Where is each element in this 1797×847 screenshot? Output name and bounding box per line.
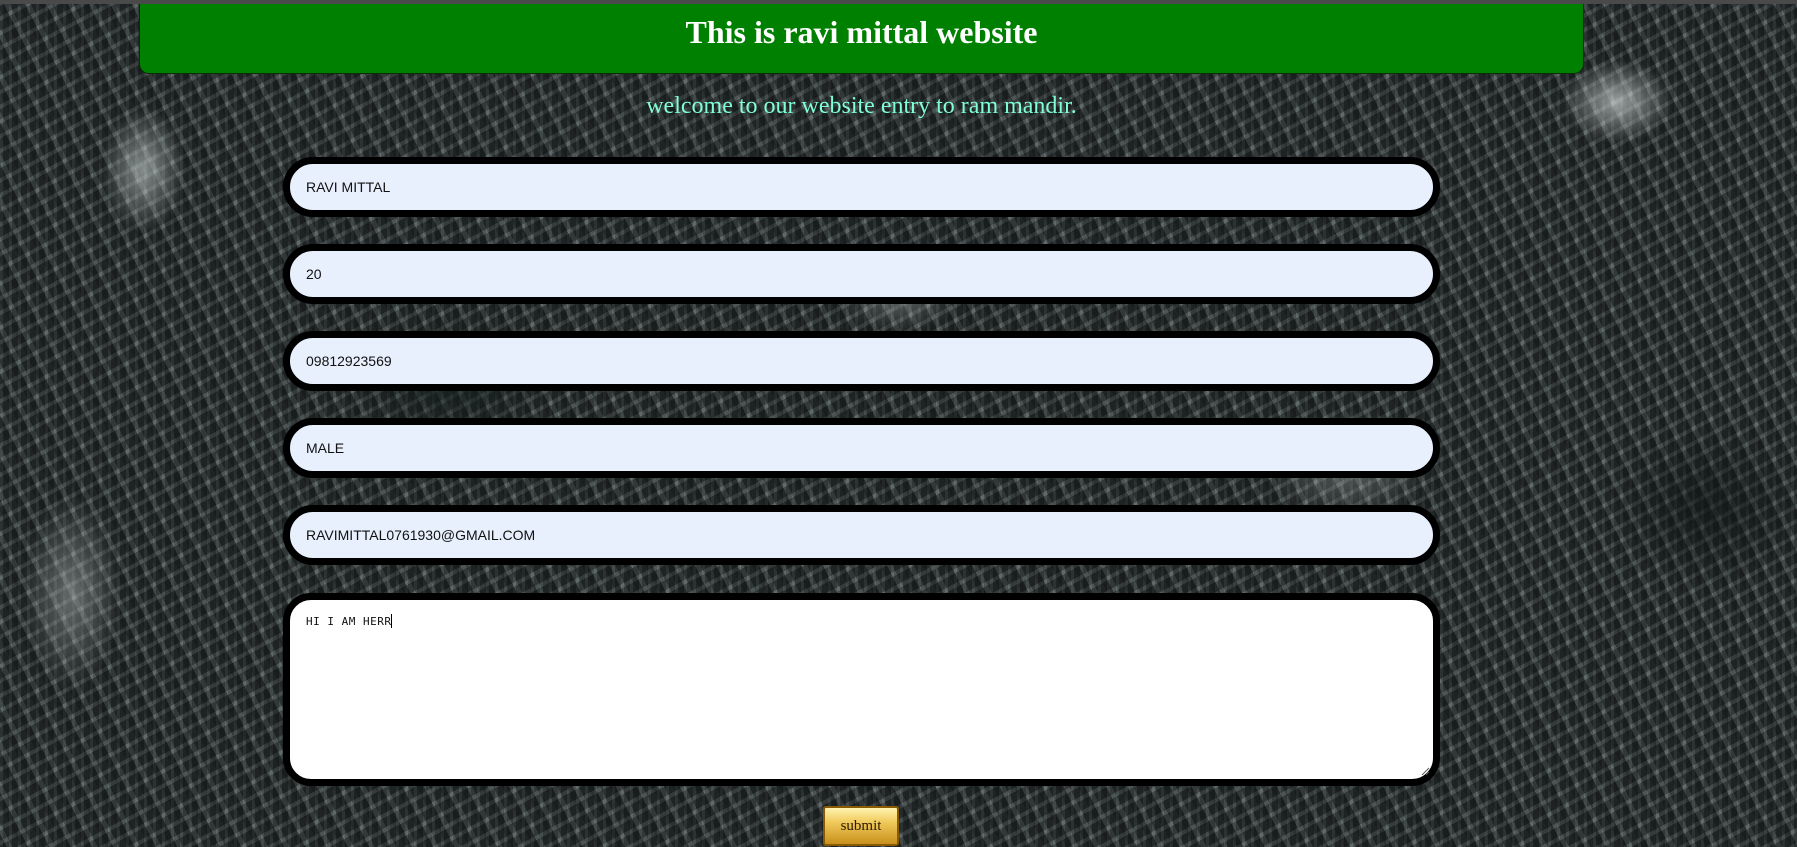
gender-field[interactable]: MALE [283, 418, 1440, 478]
email-field[interactable]: RAVIMITTAL0761930@GMAIL.COM [283, 505, 1440, 565]
message-textarea[interactable]: HI I AM HERR [283, 593, 1440, 786]
age-field[interactable]: 20 [283, 244, 1440, 304]
resize-handle-icon[interactable] [1420, 766, 1430, 776]
submit-button[interactable]: submit [823, 806, 899, 846]
message-text: HI I AM HERR [306, 615, 392, 628]
text-caret [391, 614, 393, 628]
page-title: This is ravi mittal website [685, 14, 1038, 50]
phone-field[interactable]: 09812923569 [283, 331, 1440, 391]
site-header: This is ravi mittal website [139, 4, 1584, 74]
name-field[interactable]: RAVI MITTAL [283, 157, 1440, 217]
welcome-text: welcome to our website entry to ram mand… [646, 93, 1077, 119]
